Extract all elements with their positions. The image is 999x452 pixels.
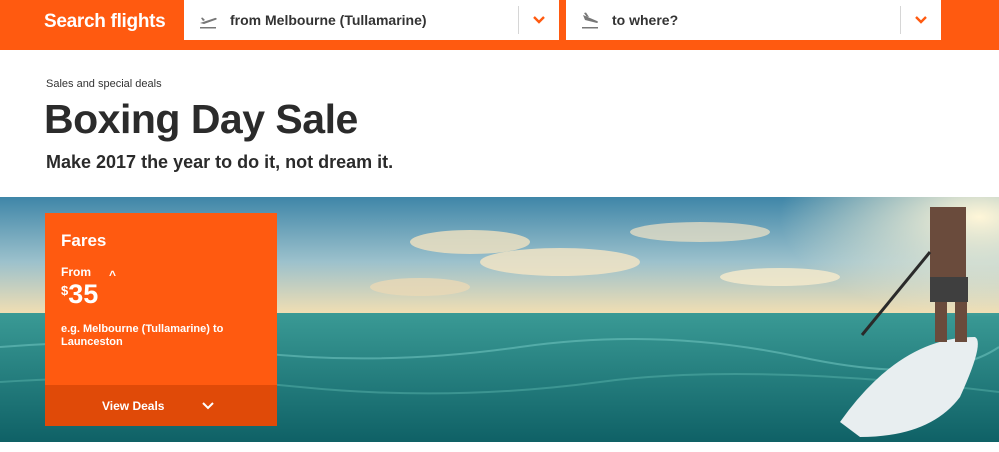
currency-symbol: $ (61, 283, 69, 298)
chevron-down-icon[interactable] (913, 12, 929, 28)
to-value: to where? (612, 12, 679, 28)
from-value: from Melbourne (Tullamarine) (230, 12, 427, 28)
price-caret: ^ (109, 268, 117, 282)
fares-title: Fares (61, 231, 107, 250)
page-title: Boxing Day Sale (44, 96, 358, 142)
plane-departure-icon (200, 17, 217, 29)
page-subtitle: Make 2017 the year to do it, not dream i… (46, 152, 394, 172)
fares-card: Fares From ^ $35 e.g. Melbourne (Tullama… (45, 213, 277, 426)
from-label: From (61, 265, 91, 279)
price-amount: 35 (68, 279, 99, 309)
from-field[interactable]: from Melbourne (Tullamarine) (184, 0, 559, 40)
fare-price: $35 (61, 279, 98, 310)
chevron-down-icon[interactable] (531, 12, 547, 28)
chevron-down-icon (202, 402, 214, 410)
field-divider (900, 6, 901, 34)
search-flights-title: Search flights (44, 11, 166, 32)
plane-arrival-icon (582, 12, 598, 29)
view-deals-label: View Deals (102, 399, 165, 413)
breadcrumb[interactable]: Sales and special deals (46, 78, 162, 90)
search-bar: Search flights from Melbourne (Tullamari… (0, 0, 999, 50)
field-divider (518, 6, 519, 34)
route-example: e.g. Melbourne (Tullamarine) to Launcest… (61, 323, 224, 348)
view-deals-button[interactable]: View Deals (45, 385, 277, 426)
to-field[interactable]: to where? (566, 0, 941, 40)
